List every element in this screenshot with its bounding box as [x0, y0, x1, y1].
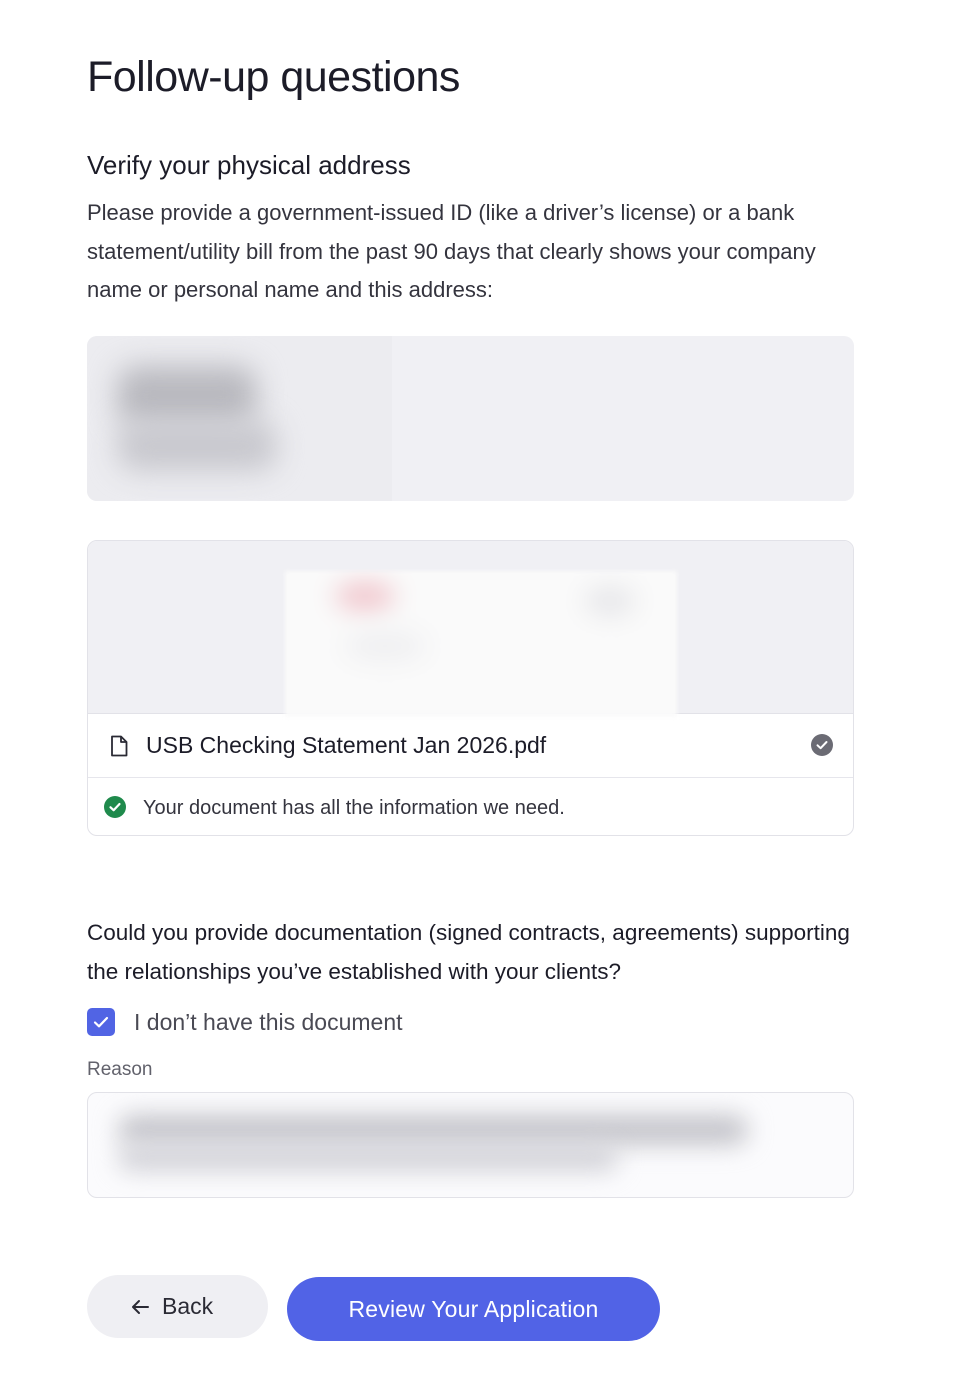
- check-circle-icon: [811, 734, 833, 756]
- redacted-preview-mark: [585, 586, 635, 616]
- review-application-button[interactable]: Review Your Application: [287, 1277, 660, 1341]
- reason-label: Reason: [87, 1059, 153, 1080]
- check-circle-icon: [104, 796, 126, 818]
- no-document-option[interactable]: I don’t have this document: [87, 1007, 587, 1037]
- redacted-preview-mark: [335, 581, 395, 611]
- arrow-left-icon: [132, 1300, 149, 1314]
- no-document-checkbox[interactable]: [87, 1008, 115, 1036]
- redacted-address-panel: [87, 336, 392, 501]
- page-title: Follow-up questions: [87, 53, 460, 101]
- no-document-label[interactable]: I don’t have this document: [134, 1007, 403, 1037]
- back-button[interactable]: Back: [87, 1275, 268, 1338]
- document-file-row[interactable]: USB Checking Statement Jan 2026.pdf: [88, 714, 853, 778]
- address-section-description: Please provide a government-issued ID (l…: [87, 200, 816, 302]
- document-verification-row: Your document has all the information we…: [88, 778, 853, 835]
- redacted-reason-line: [118, 1115, 748, 1145]
- uploaded-document-card: USB Checking Statement Jan 2026.pdf Your…: [87, 540, 854, 836]
- redacted-preview-mark: [345, 631, 425, 661]
- document-preview-thumbnail: [285, 571, 677, 717]
- redacted-address-box: [87, 336, 854, 501]
- review-button-label: Review Your Application: [348, 1296, 599, 1322]
- relationships-question: Could you provide documentation (signed …: [87, 920, 850, 984]
- address-section-title: Verify your physical address: [87, 150, 411, 180]
- document-preview[interactable]: [88, 541, 853, 717]
- back-button-label: Back: [162, 1293, 214, 1319]
- redacted-address-line: [117, 421, 277, 471]
- reason-textarea[interactable]: [87, 1092, 854, 1198]
- document-file-name: USB Checking Statement Jan 2026.pdf: [146, 732, 547, 758]
- document-status-message: Your document has all the information we…: [143, 797, 565, 819]
- file-icon: [111, 735, 128, 757]
- redacted-address-line: [117, 366, 257, 426]
- redacted-reason-line: [118, 1145, 618, 1171]
- checkmark-icon: [93, 1016, 109, 1028]
